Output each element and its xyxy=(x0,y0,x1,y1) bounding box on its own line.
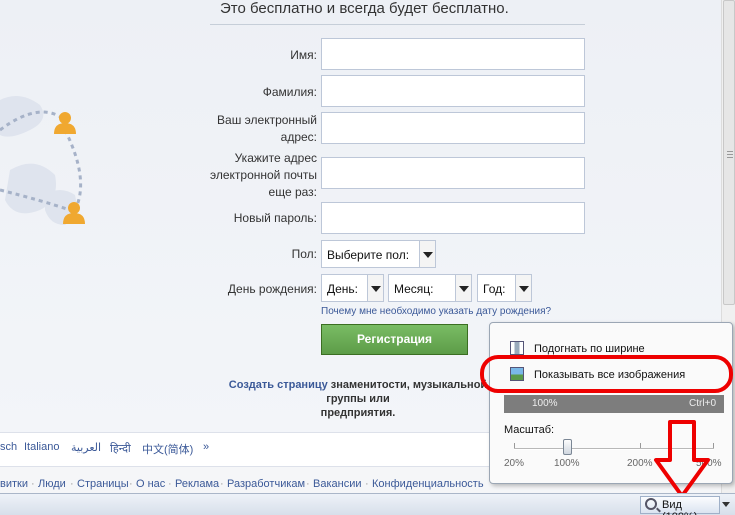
language-link[interactable]: 中文(简体) xyxy=(142,441,193,457)
footer-link[interactable]: Реклама xyxy=(175,478,219,490)
zoom-level-value: 100% xyxy=(532,398,558,409)
footer-separator: · xyxy=(70,478,74,490)
email-label: Ваш электронный адрес: xyxy=(217,113,317,144)
sex-label: Пол: xyxy=(291,247,317,261)
zoom-reset-shortcut: Ctrl+0 xyxy=(689,398,716,409)
birthday-month-select[interactable]: Месяц: xyxy=(388,274,472,302)
create-page-link[interactable]: Создать страницу xyxy=(229,379,328,391)
year-select-value: Год: xyxy=(483,282,506,296)
status-bar: Вид (100%) xyxy=(0,493,735,515)
last-name-label: Фамилия: xyxy=(262,85,317,99)
day-select-value: День: xyxy=(327,282,359,296)
password-input[interactable] xyxy=(321,202,585,234)
footer-link[interactable]: Страницы xyxy=(77,478,129,490)
email-confirm-label: Укажите адрес электронной почты еще раз: xyxy=(209,151,317,199)
footer-separator: · xyxy=(168,478,172,490)
slider-tick xyxy=(514,443,515,448)
dropdown-arrow-icon xyxy=(515,275,531,301)
last-name-input[interactable] xyxy=(321,75,585,107)
month-select-value: Месяц: xyxy=(394,282,434,296)
sex-select-value: Выберите пол: xyxy=(327,248,410,262)
footer-separator: · xyxy=(365,478,369,490)
red-highlight-annotation xyxy=(480,355,733,393)
footer-separator: · xyxy=(31,478,35,490)
tagline: Это бесплатно и всегда будет бесплатно. xyxy=(220,0,509,17)
birthday-year-select[interactable]: Год: xyxy=(477,274,532,302)
language-link[interactable]: العربية xyxy=(71,441,101,454)
scrollbar-thumb[interactable] xyxy=(723,0,735,305)
footer-link[interactable]: Люди xyxy=(38,478,66,490)
footer-separator: · xyxy=(220,478,224,490)
zoom-mark-label: 200% xyxy=(627,458,653,469)
footer-link[interactable]: Разработчикам xyxy=(227,478,305,490)
dropdown-arrow-icon xyxy=(455,275,471,301)
zoom-reset-item[interactable]: 100% Ctrl+0 xyxy=(504,395,724,413)
language-link[interactable]: हिन्दी xyxy=(110,441,131,456)
zoom-button-label: Вид (100%) xyxy=(662,499,697,515)
create-page-text-rest: знаменитости, музыкальной группы или xyxy=(326,379,488,405)
divider xyxy=(210,24,585,25)
zoom-mark-label: 100% xyxy=(554,458,580,469)
create-page-text-line2: предприятия. xyxy=(320,407,396,419)
dropdown-arrow-icon xyxy=(419,241,435,267)
footer-link[interactable]: О нас xyxy=(136,478,165,490)
slider-tick xyxy=(713,443,714,448)
email-confirm-input[interactable] xyxy=(321,157,585,189)
birthday-day-select[interactable]: День: xyxy=(321,274,384,302)
footer-separator: · xyxy=(129,478,133,490)
footer-separator: · xyxy=(306,478,310,490)
first-name-label: Имя: xyxy=(290,48,317,62)
slider-tick xyxy=(640,443,641,448)
zoom-scale-label: Масштаб: xyxy=(504,424,555,436)
register-button[interactable]: Регистрация xyxy=(321,324,468,355)
footer-link[interactable]: Конфиденциальность xyxy=(372,478,484,490)
zoom-slider-thumb[interactable] xyxy=(563,439,572,455)
create-page-text: Создать страницу знаменитости, музыкальн… xyxy=(216,378,500,420)
fit-width-icon xyxy=(510,341,524,355)
zoom-button[interactable]: Вид (100%) xyxy=(640,496,720,515)
first-name-input[interactable] xyxy=(321,38,585,70)
zoom-mark-label: 20% xyxy=(504,458,525,469)
footer-link[interactable]: Вакансии xyxy=(313,478,362,490)
password-label: Новый пароль: xyxy=(233,211,317,225)
fit-to-width-label: Подогнать по ширине xyxy=(534,343,645,355)
grip-icon xyxy=(727,151,733,158)
red-arrow-annotation xyxy=(654,420,710,498)
language-link[interactable]: Italiano xyxy=(24,441,59,453)
email-input[interactable] xyxy=(321,112,585,144)
birthday-label: День рождения: xyxy=(227,282,317,296)
dropdown-arrow-icon xyxy=(367,275,383,301)
world-map-illustration xyxy=(0,96,85,225)
sex-select[interactable]: Выберите пол: xyxy=(321,240,436,268)
chevron-down-icon[interactable] xyxy=(722,502,730,507)
birthday-why-link[interactable]: Почему мне необходимо указать дату рожде… xyxy=(321,306,551,317)
zoom-icon xyxy=(645,498,657,510)
more-languages-link[interactable]: » xyxy=(203,441,209,453)
person-icon xyxy=(54,112,76,134)
footer-link[interactable]: витки xyxy=(0,478,28,490)
language-link[interactable]: sch xyxy=(0,441,17,453)
